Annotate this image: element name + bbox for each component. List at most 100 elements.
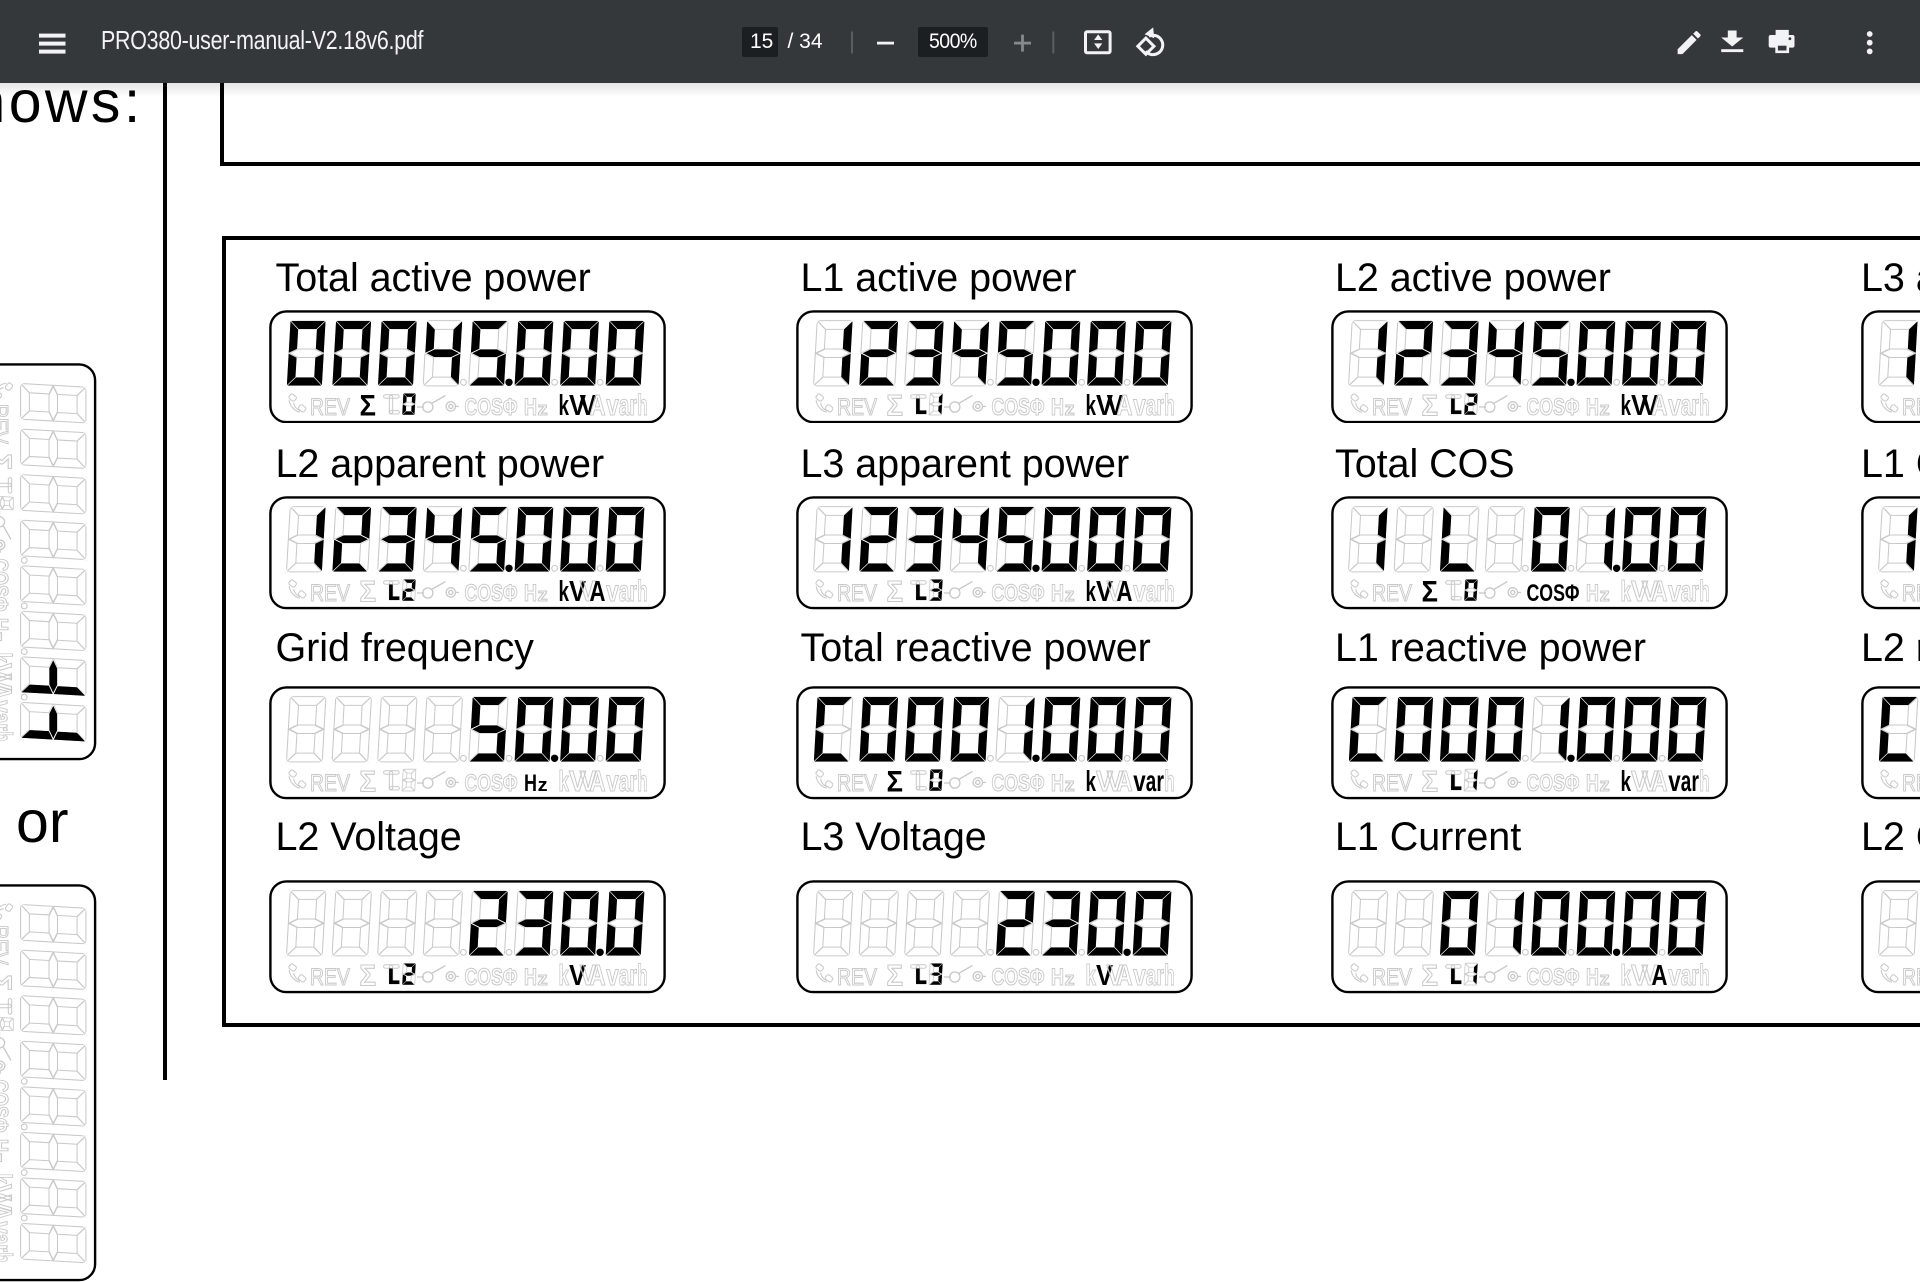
svg-text:a: a bbox=[1146, 575, 1157, 608]
svg-text:H: H bbox=[1051, 580, 1064, 607]
svg-text:Σ: Σ bbox=[359, 766, 376, 799]
svg-text:r: r bbox=[1691, 389, 1699, 422]
svg-text:REV: REV bbox=[1372, 580, 1412, 607]
svg-text:Σ: Σ bbox=[887, 389, 904, 422]
svg-text:k: k bbox=[1086, 390, 1097, 422]
svg-text:a: a bbox=[618, 765, 629, 798]
svg-text:h: h bbox=[1164, 389, 1175, 422]
svg-text:z: z bbox=[537, 585, 547, 605]
svg-text:REV: REV bbox=[1902, 394, 1920, 421]
svg-text:Σ: Σ bbox=[887, 766, 904, 799]
svg-text:z: z bbox=[0, 1153, 8, 1163]
svg-text:k: k bbox=[1086, 766, 1097, 798]
svg-text:v: v bbox=[606, 765, 619, 798]
svg-text:Σ: Σ bbox=[1421, 389, 1438, 422]
svg-text:r: r bbox=[0, 1244, 18, 1252]
svg-text:z: z bbox=[1065, 585, 1075, 605]
svg-text:REV: REV bbox=[837, 964, 877, 991]
svg-text:H: H bbox=[1586, 394, 1599, 421]
svg-text:A: A bbox=[1117, 766, 1133, 798]
svg-text:REV: REV bbox=[1372, 394, 1412, 421]
svg-text:COSΦ: COSΦ bbox=[992, 394, 1045, 421]
svg-text:A: A bbox=[1651, 960, 1667, 992]
svg-text:REV: REV bbox=[1902, 580, 1920, 607]
svg-text:H: H bbox=[1051, 964, 1064, 991]
svg-text:k: k bbox=[1086, 576, 1097, 608]
svg-text:v: v bbox=[0, 1221, 18, 1234]
svg-text:H: H bbox=[524, 580, 537, 607]
svg-text:COSΦ: COSΦ bbox=[464, 580, 517, 607]
svg-text:a: a bbox=[618, 389, 629, 422]
svg-text:Σ: Σ bbox=[1421, 960, 1438, 993]
svg-text:COSΦ: COSΦ bbox=[464, 394, 517, 421]
svg-text:A: A bbox=[0, 1205, 17, 1221]
svg-text:r: r bbox=[1156, 389, 1164, 422]
svg-text:h: h bbox=[0, 1252, 18, 1263]
svg-text:z: z bbox=[1599, 399, 1609, 419]
svg-text:h: h bbox=[1164, 765, 1175, 798]
svg-text:r: r bbox=[1691, 575, 1699, 608]
svg-text:r: r bbox=[1156, 575, 1164, 608]
svg-text:H: H bbox=[524, 394, 537, 421]
svg-text:k: k bbox=[1620, 576, 1631, 608]
svg-text:a: a bbox=[1680, 389, 1691, 422]
svg-text:Σ: Σ bbox=[887, 576, 904, 609]
svg-text:H: H bbox=[1051, 394, 1064, 421]
svg-text:k: k bbox=[0, 1174, 17, 1185]
svg-text:A: A bbox=[1651, 766, 1667, 798]
svg-text:z: z bbox=[1065, 775, 1075, 795]
svg-text:COSΦ: COSΦ bbox=[992, 770, 1045, 797]
svg-text:a: a bbox=[1680, 765, 1691, 798]
svg-text:h: h bbox=[1164, 959, 1175, 992]
svg-text:v: v bbox=[606, 575, 619, 608]
svg-text:REV: REV bbox=[310, 770, 350, 797]
svg-text:z: z bbox=[537, 775, 547, 795]
svg-text:v: v bbox=[1133, 389, 1146, 422]
svg-text:COSΦ: COSΦ bbox=[0, 1080, 13, 1133]
svg-text:REV: REV bbox=[1902, 770, 1920, 797]
svg-text:h: h bbox=[637, 389, 648, 422]
svg-text:H: H bbox=[1586, 580, 1599, 607]
svg-text:A: A bbox=[589, 766, 605, 798]
svg-text:z: z bbox=[537, 969, 547, 989]
svg-text:r: r bbox=[629, 389, 637, 422]
svg-text:v: v bbox=[0, 700, 18, 713]
svg-text:a: a bbox=[1680, 959, 1691, 992]
svg-text:h: h bbox=[1164, 575, 1175, 608]
svg-text:COSΦ: COSΦ bbox=[1526, 394, 1579, 421]
svg-text:z: z bbox=[0, 632, 8, 642]
svg-text:h: h bbox=[1699, 389, 1710, 422]
svg-text:v: v bbox=[606, 389, 619, 422]
svg-text:REV: REV bbox=[310, 580, 350, 607]
svg-text:Σ: Σ bbox=[887, 960, 904, 993]
svg-text:H: H bbox=[0, 618, 13, 631]
svg-text:COSΦ: COSΦ bbox=[1526, 964, 1579, 991]
svg-text:h: h bbox=[637, 959, 648, 992]
svg-text:k: k bbox=[558, 766, 569, 798]
svg-text:a: a bbox=[1146, 765, 1157, 798]
svg-text:v: v bbox=[1668, 959, 1681, 992]
svg-text:REV: REV bbox=[0, 925, 13, 965]
svg-text:h: h bbox=[0, 731, 18, 742]
svg-text:r: r bbox=[1691, 765, 1699, 798]
svg-text:k: k bbox=[558, 390, 569, 422]
svg-text:r: r bbox=[629, 959, 637, 992]
svg-text:z: z bbox=[1065, 399, 1075, 419]
svg-text:A: A bbox=[0, 684, 17, 700]
svg-text:v: v bbox=[1668, 575, 1681, 608]
svg-text:k: k bbox=[1086, 960, 1097, 992]
svg-text:A: A bbox=[1117, 390, 1133, 422]
svg-text:v: v bbox=[1668, 765, 1681, 798]
svg-text:A: A bbox=[589, 390, 605, 422]
svg-text:REV: REV bbox=[1902, 964, 1920, 991]
svg-text:r: r bbox=[629, 765, 637, 798]
svg-text:Σ: Σ bbox=[0, 454, 17, 471]
svg-text:COSΦ: COSΦ bbox=[464, 770, 517, 797]
svg-text:Σ: Σ bbox=[359, 576, 376, 609]
svg-text:H: H bbox=[524, 770, 537, 797]
svg-text:a: a bbox=[1146, 959, 1157, 992]
svg-text:A: A bbox=[589, 576, 605, 608]
svg-text:REV: REV bbox=[1372, 770, 1412, 797]
svg-text:COSΦ: COSΦ bbox=[992, 964, 1045, 991]
svg-text:h: h bbox=[1699, 765, 1710, 798]
